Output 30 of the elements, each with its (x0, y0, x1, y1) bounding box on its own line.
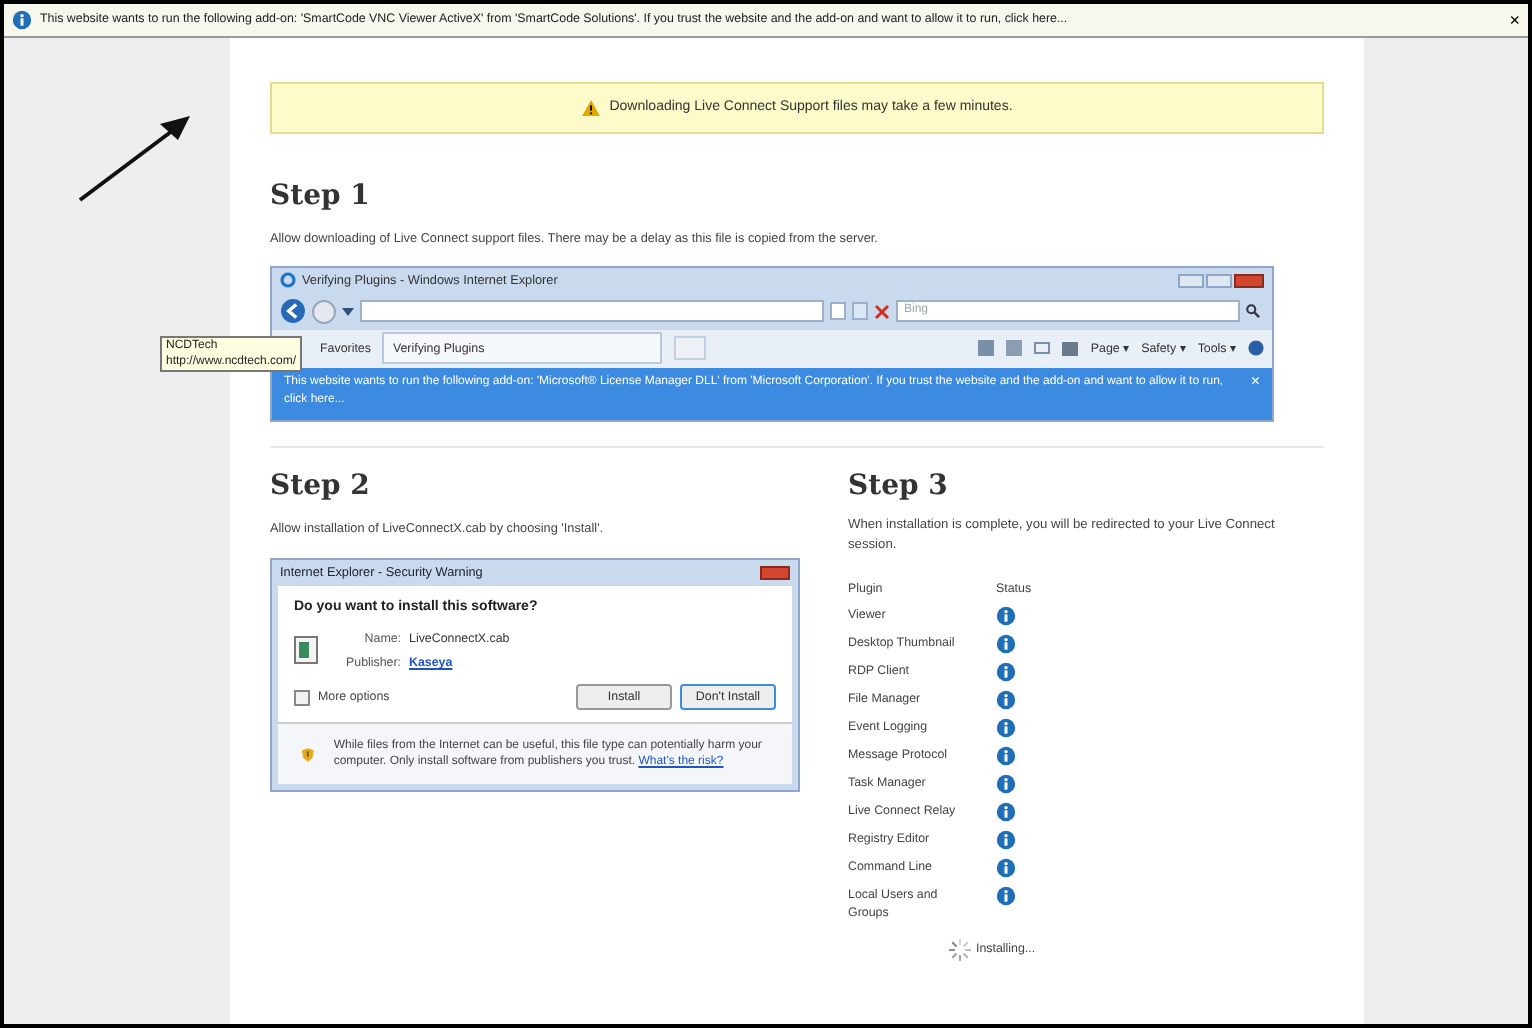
status-info-icon (996, 633, 1016, 654)
status-info-icon (996, 801, 1016, 822)
close-button[interactable] (1234, 273, 1264, 288)
step-title: Step 1 (270, 182, 372, 210)
minimize-button[interactable] (1178, 273, 1204, 288)
close-button[interactable]: × (1250, 374, 1260, 391)
address-field[interactable] (360, 300, 824, 323)
close-button[interactable]: × (1509, 11, 1520, 29)
status-info-icon (996, 857, 1016, 878)
stop-icon[interactable] (874, 303, 890, 320)
expand-icon[interactable] (294, 689, 310, 706)
back-icon[interactable] (280, 298, 306, 325)
dropdown-icon[interactable] (342, 307, 354, 316)
step-title: Step 2 (270, 471, 372, 500)
spinner-icon (948, 937, 972, 962)
browser-logo-icon (280, 272, 296, 289)
search-icon[interactable] (1246, 304, 1260, 319)
pointer-arrow (76, 112, 192, 204)
status-info-icon (996, 829, 1016, 850)
status-info-icon (996, 605, 1016, 626)
close-button[interactable] (760, 566, 790, 581)
status-info-icon (996, 773, 1016, 794)
status-info-icon (996, 717, 1016, 738)
status-info-icon (996, 745, 1016, 766)
status-info-icon (996, 689, 1016, 710)
warning-icon (581, 100, 600, 116)
step-title: Step 3 (848, 471, 950, 500)
status-info-icon (996, 885, 1016, 906)
status-info-icon (996, 661, 1016, 682)
file-icon (294, 635, 318, 664)
